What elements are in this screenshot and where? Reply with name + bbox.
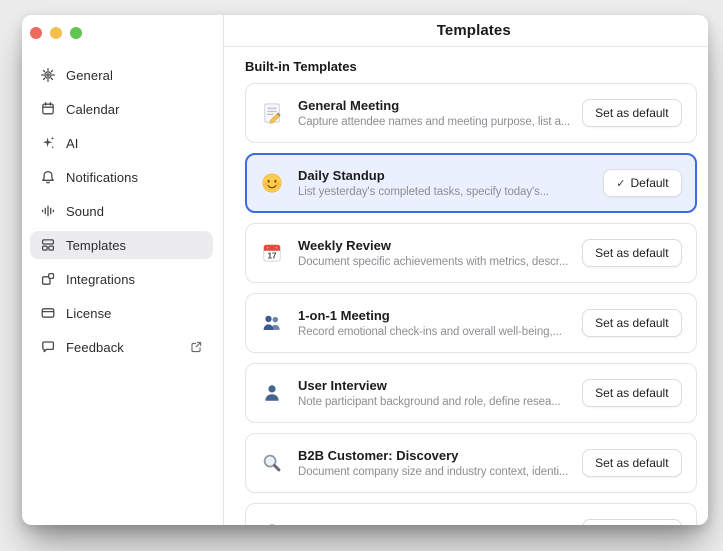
sidebar-item-label: Calendar: [66, 102, 120, 117]
set-as-default-button[interactable]: Set as default: [582, 309, 681, 337]
set-as-default-button[interactable]: Set as default: [582, 449, 681, 477]
template-text: User Interview Note participant backgroun…: [298, 378, 570, 408]
minimize-window-button[interactable]: [50, 27, 62, 39]
memo-icon: [260, 101, 284, 125]
default-badge-button[interactable]: ✓ Default: [603, 169, 681, 197]
sidebar-item-ai[interactable]: AI: [30, 129, 213, 157]
template-card-1-on-1-meeting[interactable]: 1-on-1 Meeting Record emotional check-ins…: [245, 293, 697, 353]
templates-grid-icon: [40, 237, 56, 253]
section-title: Built-in Templates: [245, 59, 697, 74]
template-card-b2b-customer-pilot[interactable]: B2B Customer: Pilot Set as default: [245, 503, 697, 525]
pilot-icon: [260, 521, 284, 525]
template-description: List yesterday's completed tasks, specif…: [298, 186, 591, 198]
svg-text:17: 17: [267, 252, 277, 261]
sidebar-item-label: Sound: [66, 204, 104, 219]
template-text: Daily Standup List yesterday's completed …: [298, 168, 591, 198]
templates-list: Built-in Templates General Meeting Captur…: [224, 47, 708, 525]
blocks-icon: [40, 271, 56, 287]
page-title: Templates: [437, 22, 511, 39]
button-label: Set as default: [595, 106, 668, 120]
template-text: 1-on-1 Meeting Record emotional check-ins…: [298, 308, 570, 338]
sidebar-item-sound[interactable]: Sound: [30, 197, 213, 225]
template-text: Weekly Review Document specific achieveme…: [298, 238, 570, 268]
external-link-icon: [189, 340, 203, 354]
template-description: Record emotional check-ins and overall w…: [298, 326, 570, 338]
set-as-default-button[interactable]: Set as default: [582, 379, 681, 407]
template-cards: General Meeting Capture attendee names an…: [245, 83, 697, 525]
sidebar-item-label: License: [66, 306, 112, 321]
main-panel: Templates Built-in Templates General Mee…: [224, 15, 708, 525]
settings-window: General Calendar AI Notifications Sound Templ…: [22, 15, 708, 525]
button-label: Set as default: [595, 246, 668, 260]
template-description: Capture attendee names and meeting purpo…: [298, 116, 570, 128]
template-title: B2B Customer: Pilot: [298, 524, 570, 525]
slightly-smiling-face-icon: [260, 171, 284, 195]
license-card-icon: [40, 305, 56, 321]
template-description: Document specific achievements with metr…: [298, 256, 570, 268]
sidebar-item-general[interactable]: General: [30, 61, 213, 89]
bell-icon: [40, 169, 56, 185]
speech-bubble-icon: [40, 339, 56, 355]
template-card-daily-standup[interactable]: Daily Standup List yesterday's completed …: [245, 153, 697, 213]
calendar-icon: [40, 101, 56, 117]
sidebar-item-label: Integrations: [66, 272, 135, 287]
button-label: Default: [631, 176, 669, 190]
template-card-b2b-customer-discovery[interactable]: B2B Customer: Discovery Document company …: [245, 433, 697, 493]
sidebar-item-notifications[interactable]: Notifications: [30, 163, 213, 191]
set-as-default-button[interactable]: Set as default: [582, 239, 681, 267]
sidebar: General Calendar AI Notifications Sound Templ…: [22, 15, 223, 525]
button-label: Set as default: [595, 316, 668, 330]
template-title: User Interview: [298, 378, 570, 393]
sidebar-item-integrations[interactable]: Integrations: [30, 265, 213, 293]
sidebar-item-label: Templates: [66, 238, 126, 253]
close-window-button[interactable]: [30, 27, 42, 39]
template-title: 1-on-1 Meeting: [298, 308, 570, 323]
sound-waveform-icon: [40, 203, 56, 219]
template-description: Document company size and industry conte…: [298, 466, 570, 478]
template-title: B2B Customer: Discovery: [298, 448, 570, 463]
template-card-weekly-review[interactable]: 17 Weekly Review Document specific achieve…: [245, 223, 697, 283]
gear-icon: [40, 67, 56, 83]
set-as-default-button[interactable]: Set as default: [582, 519, 681, 525]
check-icon: ✓: [616, 177, 625, 190]
magnifying-glass-icon: [260, 451, 284, 475]
button-label: Set as default: [595, 386, 668, 400]
template-title: Daily Standup: [298, 168, 591, 183]
template-title: General Meeting: [298, 98, 570, 113]
sparkles-icon: [40, 135, 56, 151]
template-text: B2B Customer: Pilot: [298, 524, 570, 525]
sidebar-item-templates[interactable]: Templates: [30, 231, 213, 259]
sidebar-item-calendar[interactable]: Calendar: [30, 95, 213, 123]
calendar-17-icon: 17: [260, 241, 284, 265]
zoom-window-button[interactable]: [70, 27, 82, 39]
person-bust-icon: [260, 381, 284, 405]
sidebar-item-label: Feedback: [66, 340, 124, 355]
sidebar-item-license[interactable]: License: [30, 299, 213, 327]
template-title: Weekly Review: [298, 238, 570, 253]
sidebar-nav: General Calendar AI Notifications Sound Templ…: [22, 61, 223, 367]
two-people-icon: [260, 311, 284, 335]
window-controls: [30, 27, 82, 39]
titlebar: Templates: [224, 15, 708, 47]
template-card-user-interview[interactable]: User Interview Note participant backgroun…: [245, 363, 697, 423]
template-card-general-meeting[interactable]: General Meeting Capture attendee names an…: [245, 83, 697, 143]
template-text: General Meeting Capture attendee names an…: [298, 98, 570, 128]
template-description: Note participant background and role, de…: [298, 396, 570, 408]
button-label: Set as default: [595, 456, 668, 470]
sidebar-item-label: Notifications: [66, 170, 138, 185]
template-text: B2B Customer: Discovery Document company …: [298, 448, 570, 478]
sidebar-item-label: AI: [66, 136, 78, 151]
set-as-default-button[interactable]: Set as default: [582, 99, 681, 127]
sidebar-item-feedback[interactable]: Feedback: [30, 333, 213, 361]
sidebar-item-label: General: [66, 68, 113, 83]
